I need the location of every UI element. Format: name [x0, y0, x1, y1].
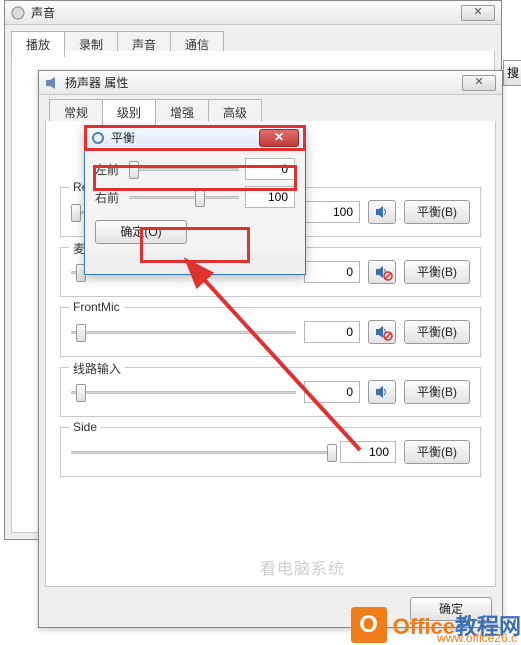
balance-close-button[interactable]: ✕: [259, 129, 299, 147]
group-title: Side: [69, 420, 101, 434]
balance-slider[interactable]: [129, 188, 239, 206]
level-slider[interactable]: [71, 323, 296, 341]
balance-dialog: 平衡 ✕ 左前 0 右前 100 确定(O): [84, 125, 306, 275]
balance-slider[interactable]: [129, 160, 239, 178]
balance-title: 平衡: [111, 129, 253, 146]
watermark-faded: 看电脑系统: [260, 555, 345, 579]
balance-button[interactable]: 平衡(B): [404, 380, 470, 404]
speaker-icon: [45, 76, 59, 90]
sound-close-button[interactable]: ✕: [461, 5, 495, 21]
prop-close-button[interactable]: ✕: [462, 75, 496, 91]
search-button-stub[interactable]: 搜: [503, 60, 521, 86]
balance-body: 左前 0 右前 100 确定(O): [85, 150, 305, 254]
watermark-logo-icon: O: [351, 607, 387, 643]
balance-row: 右前 100: [95, 186, 295, 208]
speaker-app-icon: [11, 6, 25, 20]
balance-button[interactable]: 平衡(B): [404, 320, 470, 344]
sound-titlebar: 声音 ✕: [5, 1, 501, 25]
balance-ok-button[interactable]: 确定(O): [95, 220, 187, 244]
level-group: Side100平衡(B): [60, 427, 481, 477]
balance-label: 左前: [95, 161, 123, 178]
level-row: 100 平衡(B): [71, 440, 470, 464]
balance-button[interactable]: 平衡(B): [404, 440, 470, 464]
balance-button[interactable]: 平衡(B): [404, 200, 470, 224]
tab-levels[interactable]: 级别: [102, 99, 156, 125]
group-title: FrontMic: [69, 300, 124, 314]
watermark: O Office教程网 www.office26.c: [351, 607, 521, 643]
mute-button[interactable]: [368, 260, 396, 284]
sound-title: 声音: [31, 4, 455, 21]
level-value[interactable]: 100: [304, 201, 360, 223]
prop-titlebar: 扬声器 属性 ✕: [39, 71, 502, 95]
level-slider[interactable]: [71, 443, 332, 461]
mute-button[interactable]: [368, 200, 396, 224]
balance-icon: [91, 131, 105, 145]
balance-titlebar: 平衡 ✕: [85, 126, 305, 150]
tab-playback[interactable]: 播放: [11, 31, 65, 57]
balance-button[interactable]: 平衡(B): [404, 260, 470, 284]
level-value[interactable]: 0: [304, 261, 360, 283]
prop-title: 扬声器 属性: [65, 74, 456, 91]
balance-row: 左前 0: [95, 158, 295, 180]
balance-footer: 确定(O): [95, 214, 295, 246]
level-value[interactable]: 0: [304, 381, 360, 403]
balance-label: 右前: [95, 189, 123, 206]
level-row: 0 平衡(B): [71, 380, 470, 404]
level-value[interactable]: 0: [304, 321, 360, 343]
level-group: 线路输入0平衡(B): [60, 367, 481, 417]
mute-button[interactable]: [368, 380, 396, 404]
level-value[interactable]: 100: [340, 441, 396, 463]
group-title: 线路输入: [69, 360, 125, 377]
level-group: FrontMic0平衡(B): [60, 307, 481, 357]
level-slider[interactable]: [71, 383, 296, 401]
mute-button[interactable]: [368, 320, 396, 344]
level-row: 0 平衡(B): [71, 320, 470, 344]
balance-value[interactable]: 0: [245, 158, 295, 180]
balance-value[interactable]: 100: [245, 186, 295, 208]
